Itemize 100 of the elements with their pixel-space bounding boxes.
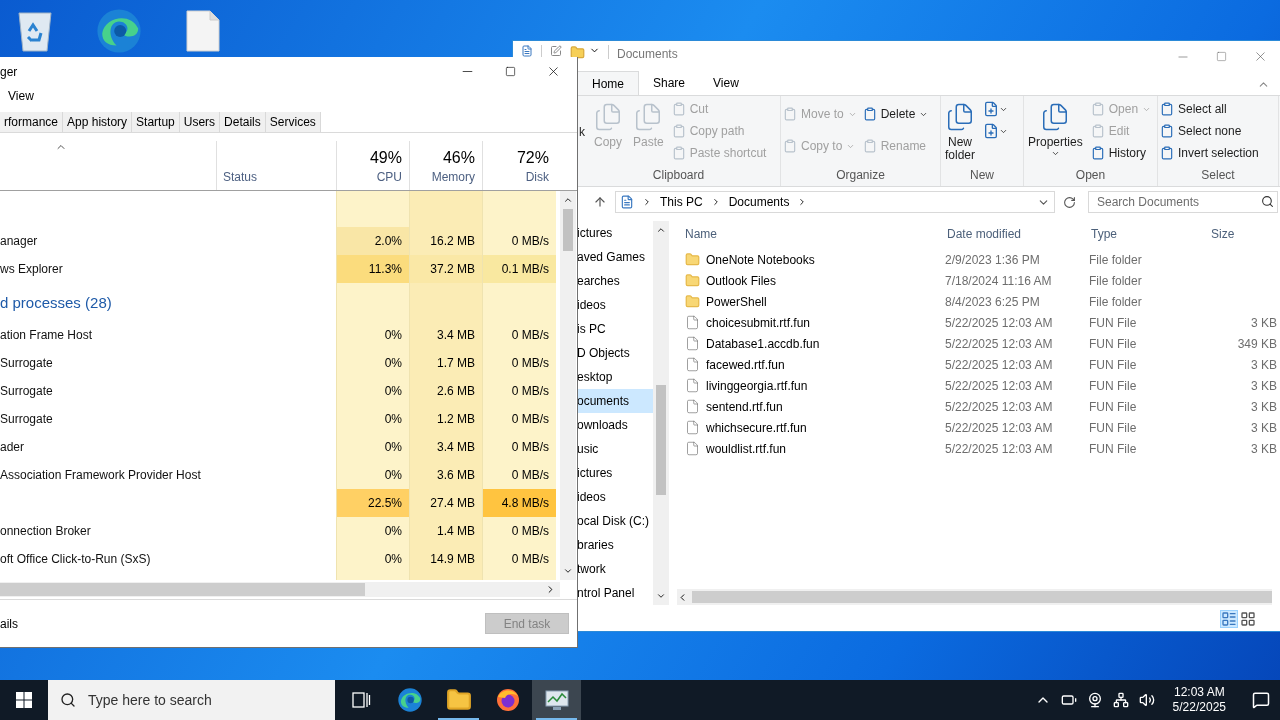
process-name[interactable]: anager	[0, 232, 38, 250]
nav-item[interactable]: aved Games	[577, 245, 653, 269]
nav-item[interactable]: ictures	[577, 461, 653, 485]
process-name[interactable]: ws Explorer	[0, 260, 63, 278]
nav-item[interactable]: ideos	[577, 485, 653, 509]
scrollbar-thumb[interactable]	[692, 591, 1272, 603]
tiles-view-icon[interactable]	[1240, 611, 1256, 627]
file-icon[interactable]	[186, 10, 220, 52]
file-name[interactable]: livinggeorgia.rtf.fun	[706, 376, 808, 395]
network-icon[interactable]	[1112, 692, 1129, 708]
column-header[interactable]: 72% Disk	[482, 141, 556, 190]
file-name[interactable]: choicesubmit.rtf.fun	[706, 313, 811, 332]
process-name[interactable]: ation Frame Host	[0, 326, 93, 344]
nav-item[interactable]: braries	[577, 533, 653, 557]
nav-item[interactable]: twork	[577, 557, 653, 581]
ribbon-tab[interactable]: View	[699, 71, 753, 95]
horizontal-scrollbar[interactable]	[0, 582, 560, 597]
file-name[interactable]: wouldlist.rtf.fun	[706, 439, 787, 458]
recycle-bin-icon[interactable]	[15, 9, 55, 53]
scrollbar-thumb[interactable]	[563, 209, 573, 251]
maximize-icon[interactable]	[505, 66, 516, 77]
column-header[interactable]: 46% Memory	[409, 141, 482, 190]
ribbon-button[interactable]: Select none	[1160, 120, 1259, 142]
scrollbar-thumb[interactable]	[656, 385, 666, 495]
process-name[interactable]: Surrogate	[0, 410, 53, 428]
scroll-down-icon[interactable]	[656, 591, 666, 601]
refresh-icon[interactable]	[1063, 195, 1076, 209]
process-name[interactable]: Surrogate	[0, 382, 53, 400]
file-name[interactable]: PowerShell	[706, 292, 767, 311]
tab[interactable]: Startup	[132, 112, 180, 132]
ribbon-button[interactable]: Select all	[1160, 98, 1259, 120]
scroll-up-icon[interactable]	[563, 195, 573, 205]
nav-item[interactable]: earches	[577, 269, 653, 293]
nav-item[interactable]: ownloads	[577, 413, 653, 437]
nav-item[interactable]: esktop	[577, 365, 653, 389]
nav-item[interactable]: ocal Disk (C:)	[577, 509, 653, 533]
horizontal-scrollbar[interactable]	[677, 589, 1272, 605]
nav-item[interactable]: usic	[577, 437, 653, 461]
search-field[interactable]: Search Documents	[1088, 191, 1278, 213]
nav-item[interactable]: ideos	[577, 293, 653, 317]
file-name[interactable]: Outlook Files	[706, 271, 777, 290]
column-header[interactable]: Name	[683, 225, 945, 243]
ribbon-button[interactable]: Invert selection	[1160, 142, 1259, 164]
nav-item[interactable]: ocuments	[577, 389, 653, 413]
address-bar[interactable]: This PC Documents	[615, 191, 1055, 213]
tab[interactable]: Services	[265, 112, 321, 132]
battery-icon[interactable]	[1060, 692, 1077, 708]
process-name[interactable]: Surrogate	[0, 354, 53, 372]
nav-item[interactable]: ntrol Panel	[577, 581, 653, 605]
scroll-up-icon[interactable]	[656, 225, 666, 235]
column-header[interactable]: Date modified	[945, 225, 1089, 243]
ribbon-button[interactable]: New folder	[943, 98, 977, 166]
file-name[interactable]: OneNote Notebooks	[706, 250, 815, 269]
nav-item[interactable]: D Objects	[577, 341, 653, 365]
taskbar-search-field[interactable]: Type here to search	[48, 680, 335, 720]
document-icon[interactable]	[521, 45, 533, 57]
breadcrumb[interactable]: Documents	[728, 193, 790, 211]
tab[interactable]: Details	[220, 112, 266, 132]
process-name[interactable]: ader	[0, 438, 25, 456]
webcam-icon[interactable]	[1086, 692, 1103, 708]
ribbon-tab[interactable]: Share	[639, 71, 700, 95]
taskbar-app[interactable]	[532, 680, 581, 720]
usage-cell: 0 MB/s	[482, 377, 556, 405]
ribbon-tab[interactable]: Home	[577, 71, 639, 95]
file-name[interactable]: sentend.rtf.fun	[706, 397, 783, 416]
properties-icon[interactable]	[550, 45, 562, 57]
column-header[interactable]: Status	[223, 168, 258, 186]
clock[interactable]: 12:03 AM 5/22/2025	[1164, 685, 1234, 715]
tab[interactable]: rformance	[0, 112, 64, 132]
close-icon[interactable]	[546, 64, 561, 79]
ribbon-button[interactable]: History	[1090, 142, 1152, 164]
breadcrumb[interactable]: This PC	[660, 193, 703, 211]
document-icon	[593, 102, 623, 132]
ribbon-button[interactable]: k	[579, 123, 585, 141]
scrollbar[interactable]	[653, 221, 669, 605]
ribbon-button[interactable]: Delete	[862, 103, 929, 125]
volume-icon[interactable]	[1138, 692, 1155, 708]
scrollbar-thumb[interactable]	[0, 583, 365, 596]
tab[interactable]: App history	[63, 112, 133, 132]
file-name[interactable]: facewed.rtf.fun	[706, 355, 785, 374]
column-header[interactable]: 49% CPU	[336, 141, 409, 190]
process-name[interactable]: oft Office Click-to-Run (SxS)	[0, 550, 151, 568]
scroll-down-icon[interactable]	[563, 566, 573, 576]
browser-icon[interactable]	[396, 687, 423, 713]
column-header[interactable]: Type	[1089, 225, 1209, 243]
ribbon-button[interactable]: Properties	[1026, 98, 1085, 166]
file-name[interactable]: whichsecure.rtf.fun	[706, 418, 807, 437]
file-name[interactable]: Database1.accdb.fun	[706, 334, 820, 353]
menu-item[interactable]: View	[8, 87, 34, 105]
tab[interactable]: Users	[179, 112, 221, 132]
scrollbar[interactable]	[560, 191, 576, 580]
process-name[interactable]: onnection Broker	[0, 522, 91, 540]
details-link[interactable]: ails	[0, 614, 18, 633]
details-view-icon[interactable]	[1220, 610, 1238, 628]
nav-item[interactable]: ictures	[577, 221, 653, 245]
nav-item[interactable]: is PC	[577, 317, 653, 341]
process-name[interactable]: Association Framework Provider Host	[0, 466, 201, 484]
usage-cell: 22.5%	[336, 489, 409, 517]
column-header[interactable]: Size	[1209, 225, 1259, 243]
notifications-icon[interactable]	[1252, 691, 1270, 709]
